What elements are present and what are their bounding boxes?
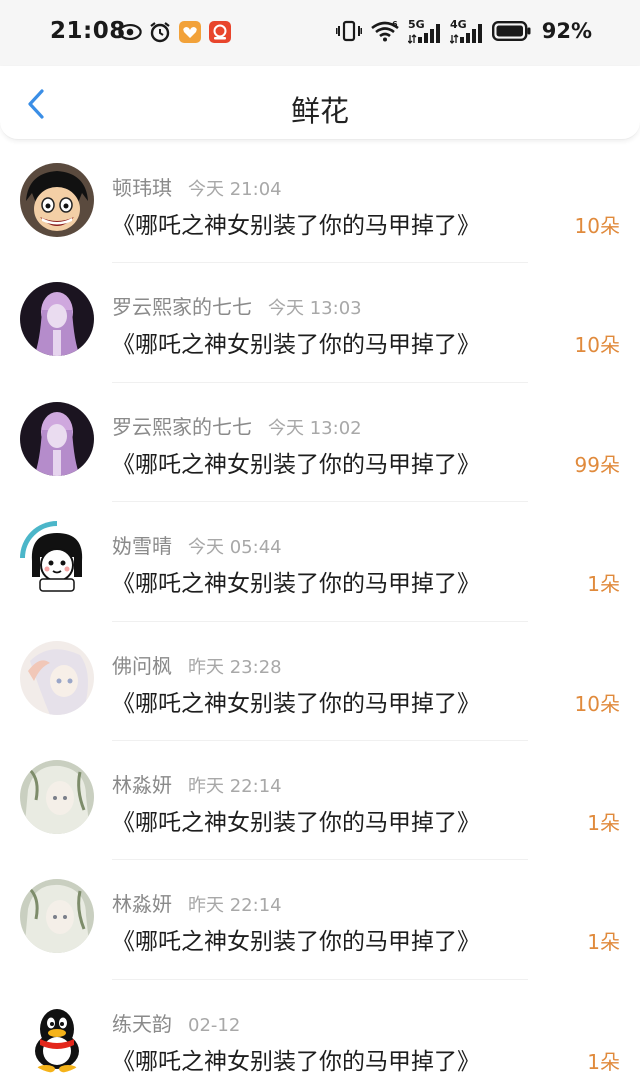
flower-count: 10朵 xyxy=(574,333,620,358)
page-title: 鲜花 xyxy=(290,94,349,128)
gift-time: 昨天 22:14 xyxy=(188,895,282,917)
wifi-icon: 6 xyxy=(370,20,400,46)
top-nav-bar: 鲜花 xyxy=(0,66,640,140)
book-title[interactable]: 《哪吒之神女别装了你的马甲掉了》 xyxy=(112,325,480,359)
sender-name[interactable]: 妫雪晴 xyxy=(112,534,172,558)
sender-name[interactable]: 佛问枫 xyxy=(112,654,172,678)
gift-row[interactable]: 练天韵 02-12 《哪吒之神女别装了你的马甲掉了》 1朵 xyxy=(0,980,640,1089)
svg-text:6: 6 xyxy=(392,20,398,29)
flower-gift-list: 顿玮琪 今天 21:04 《哪吒之神女别装了你的马甲掉了》 10朵 罗云熙家的七七… xyxy=(0,144,640,1089)
signal-4g-icon: 4G xyxy=(450,18,484,44)
status-icons-right: 6 5G 4G xyxy=(335,18,532,46)
status-bar: 21:08 6 5G 4G 92% xyxy=(0,0,640,66)
avatar[interactable] xyxy=(20,759,94,834)
book-title[interactable]: 《哪吒之神女别装了你的马甲掉了》 xyxy=(112,1042,480,1076)
sender-name-line: 林淼妍 昨天 22:14 xyxy=(112,888,282,917)
sender-name-line: 顿玮琪 今天 21:04 xyxy=(112,172,282,201)
book-title[interactable]: 《哪吒之神女别装了你的马甲掉了》 xyxy=(112,445,480,479)
avatar[interactable] xyxy=(20,282,94,357)
book-title[interactable]: 《哪吒之神女别装了你的马甲掉了》 xyxy=(112,922,480,956)
flower-count: 10朵 xyxy=(574,214,620,238)
flower-count: 1朵 xyxy=(587,930,620,955)
avatar[interactable] xyxy=(20,998,94,1073)
flower-count: 99朵 xyxy=(574,452,620,477)
book-title[interactable]: 《哪吒之神女别装了你的马甲掉了》 xyxy=(112,684,480,718)
sender-name-line: 林淼妍 昨天 22:14 xyxy=(112,769,282,798)
sender-name[interactable]: 罗云熙家的七七 xyxy=(112,415,252,439)
gift-row[interactable]: 林淼妍 昨天 22:14 《哪吒之神女别装了你的马甲掉了》 1朵 xyxy=(0,860,640,980)
sender-name-line: 练天韵 02-12 xyxy=(112,1008,240,1037)
gift-row[interactable]: 顿玮琪 今天 21:04 《哪吒之神女别装了你的马甲掉了》 10朵 xyxy=(0,144,640,264)
avatar[interactable] xyxy=(20,521,94,596)
status-time: 21:08 xyxy=(50,18,126,44)
gift-time: 今天 13:03 xyxy=(268,298,362,320)
gift-row[interactable]: 佛问枫 昨天 23:28 《哪吒之神女别装了你的马甲掉了》 10朵 xyxy=(0,622,640,741)
app-badge-taobao-icon xyxy=(208,20,232,44)
battery-icon xyxy=(492,20,532,46)
sender-name-line: 妫雪晴 今天 05:44 xyxy=(112,530,282,559)
gift-time: 今天 21:04 xyxy=(188,179,282,200)
gift-row[interactable]: 罗云熙家的七七 今天 13:03 《哪吒之神女别装了你的马甲掉了》 10朵 xyxy=(0,263,640,383)
avatar[interactable] xyxy=(20,163,94,237)
gift-time: 昨天 23:28 xyxy=(188,656,282,678)
flower-count: 10朵 xyxy=(574,691,620,716)
vibrate-icon xyxy=(335,20,363,46)
avatar[interactable] xyxy=(20,401,94,476)
avatar[interactable] xyxy=(20,640,94,715)
flower-count: 1朵 xyxy=(587,810,620,835)
gift-row[interactable]: 罗云熙家的七七 今天 13:02 《哪吒之神女别装了你的马甲掉了》 99朵 xyxy=(0,383,640,503)
flowers-page: 21:08 6 5G 4G 92% 鲜花 顿玮琪 今天 21:04 《哪吒之神女… xyxy=(0,0,640,1089)
book-title[interactable]: 《哪吒之神女别装了你的马甲掉了》 xyxy=(112,803,480,837)
sender-name-line: 佛问枫 昨天 23:28 xyxy=(112,650,282,679)
flower-count: 1朵 xyxy=(587,572,620,597)
gift-time: 今天 05:44 xyxy=(188,537,282,559)
alarm-clock-icon xyxy=(148,20,172,44)
sender-name[interactable]: 罗云熙家的七七 xyxy=(112,295,252,319)
sender-name[interactable]: 林淼妍 xyxy=(112,892,172,916)
book-title[interactable]: 《哪吒之神女别装了你的马甲掉了》 xyxy=(112,564,480,598)
gift-time: 昨天 22:14 xyxy=(188,775,282,797)
signal-5g-icon: 5G xyxy=(408,18,442,44)
sender-name[interactable]: 顿玮琪 xyxy=(112,176,172,200)
sender-name[interactable]: 林淼妍 xyxy=(112,773,172,797)
gift-row[interactable]: 妫雪晴 今天 05:44 《哪吒之神女别装了你的马甲掉了》 1朵 xyxy=(0,502,640,622)
gift-row[interactable]: 林淼妍 昨天 22:14 《哪吒之神女别装了你的马甲掉了》 1朵 xyxy=(0,741,640,861)
sender-name-line: 罗云熙家的七七 今天 13:02 xyxy=(112,411,362,440)
gift-time: 02-12 xyxy=(188,1014,241,1036)
sender-name-line: 罗云熙家的七七 今天 13:03 xyxy=(112,291,362,320)
app-badge-heart-icon xyxy=(178,20,202,44)
avatar[interactable] xyxy=(20,879,94,954)
flower-count: 1朵 xyxy=(587,1049,620,1074)
eye-icon xyxy=(118,20,142,44)
sender-name[interactable]: 练天韵 xyxy=(112,1012,172,1036)
gift-time: 今天 13:02 xyxy=(268,417,362,439)
battery-percentage: 92% xyxy=(541,19,592,43)
book-title[interactable]: 《哪吒之神女别装了你的马甲掉了》 xyxy=(112,206,480,240)
status-icons-left xyxy=(118,20,232,44)
